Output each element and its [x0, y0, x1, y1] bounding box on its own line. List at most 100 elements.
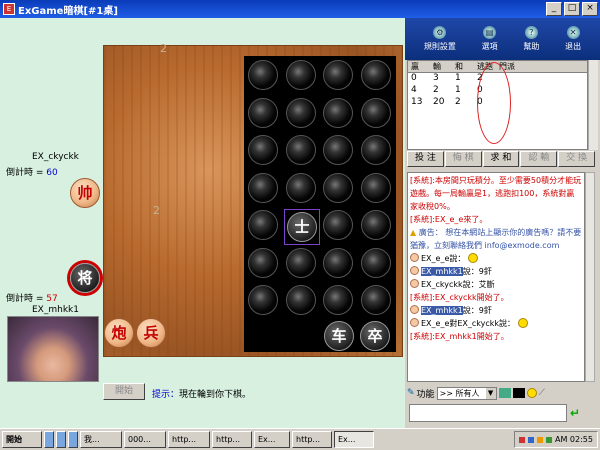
chat-ad: ▲ 廣告： 想在本網站上顯示你的廣告嗎？請不要猶豫，立刻聯絡我們 info@ex… — [410, 228, 582, 250]
hidden-piece[interactable] — [360, 97, 391, 128]
hidden-piece[interactable] — [248, 97, 278, 128]
clock: AM 02:55 — [555, 435, 593, 444]
tray-icon[interactable] — [537, 436, 544, 443]
chat-line: EX_e_e對EX_ckyckk說： — [410, 317, 582, 330]
hidden-piece[interactable] — [285, 135, 316, 165]
chat-line: EX_mhkk1說：9釬 — [410, 304, 582, 317]
user-face-icon — [410, 318, 419, 327]
hidden-piece[interactable] — [285, 247, 316, 278]
hidden-piece[interactable] — [323, 285, 353, 315]
exit-button[interactable]: ✕ 退出 — [565, 26, 581, 52]
bottom-player-name: EX_mhkk1 — [32, 305, 79, 315]
hidden-piece[interactable] — [360, 210, 391, 240]
rules-settings-button[interactable]: ⚙ 規則設置 — [424, 26, 456, 52]
user-face-icon — [410, 266, 419, 275]
header-draws[interactable]: 和 — [452, 61, 474, 72]
action-buttons: 投 注 悔 棋 求 和 認 輸 交 換 — [407, 151, 595, 167]
tray-icon[interactable] — [528, 436, 535, 443]
help-button[interactable]: ? 幫助 — [523, 26, 539, 52]
system-tray: AM 02:55 — [514, 431, 598, 448]
hidden-piece[interactable] — [248, 285, 278, 315]
taskbar-item[interactable]: http... — [292, 431, 332, 448]
hidden-piece[interactable] — [248, 247, 278, 278]
selected-piece[interactable]: 士 — [287, 212, 317, 242]
board-mid-number: 2 — [153, 204, 160, 217]
bottom-player-piece: 将 — [70, 263, 100, 293]
hidden-piece[interactable] — [323, 60, 353, 90]
user-face-icon — [410, 253, 419, 262]
quicklaunch-app-icon[interactable] — [56, 431, 66, 448]
hidden-piece[interactable] — [285, 97, 316, 128]
black-piece-soldier[interactable]: 卒 — [360, 321, 390, 351]
emoticon-icon[interactable] — [526, 388, 537, 398]
hidden-piece[interactable] — [285, 285, 316, 315]
bet-button[interactable]: 投 注 — [407, 151, 444, 167]
hidden-piece[interactable] — [248, 135, 278, 165]
tray-icon[interactable] — [546, 436, 553, 443]
help-icon: ? — [524, 26, 538, 39]
hidden-piece[interactable] — [323, 172, 353, 203]
smiley-icon — [517, 318, 528, 328]
func-icon[interactable]: ✎ — [407, 388, 415, 398]
user-face-icon — [410, 305, 419, 314]
link-icon[interactable]: ⟋ — [539, 388, 545, 398]
stats-scrollbar[interactable] — [588, 60, 598, 150]
taskbar-item[interactable]: 我... — [80, 431, 122, 448]
hidden-piece[interactable] — [285, 172, 316, 203]
highlight-ellipse — [477, 62, 511, 144]
board-top-number: 2 — [160, 42, 167, 55]
hidden-piece[interactable] — [285, 60, 316, 90]
start-menu-button[interactable]: 開始 — [2, 431, 42, 448]
hidden-piece[interactable] — [360, 135, 391, 165]
hidden-piece[interactable] — [323, 135, 353, 165]
chat-scrollbar[interactable] — [585, 172, 595, 382]
hidden-piece[interactable] — [323, 97, 353, 128]
color-icon[interactable] — [498, 388, 511, 398]
chat-controls: ✎ 功能 >> 所有人 ▼ ⟋ — [407, 385, 597, 401]
swap-button[interactable]: 交 換 — [558, 151, 595, 167]
exit-icon: ✕ — [566, 26, 580, 39]
tray-icon[interactable] — [519, 436, 526, 443]
hidden-piece[interactable] — [248, 60, 278, 90]
taskbar-item[interactable]: http... — [212, 431, 252, 448]
close-button[interactable]: × — [582, 2, 598, 16]
smiley-icon — [467, 253, 478, 263]
taskbar-item[interactable]: Ex... — [254, 431, 290, 448]
app-icon: E — [3, 3, 15, 15]
draw-button[interactable]: 求 和 — [482, 151, 520, 167]
chat-line: EX_ckyckk說：艾斷 — [410, 278, 582, 291]
undo-button[interactable]: 悔 棋 — [444, 151, 482, 167]
recipient-select[interactable]: >> 所有人 ▼ — [436, 386, 497, 400]
chat-line: EX_e_e說： — [410, 252, 582, 265]
taskbar-item[interactable]: 000... — [124, 431, 166, 448]
hidden-piece[interactable] — [360, 247, 391, 278]
hidden-piece[interactable] — [360, 285, 391, 315]
hidden-piece[interactable] — [248, 172, 278, 203]
chevron-down-icon: ▼ — [485, 387, 496, 399]
quicklaunch-desktop-icon[interactable] — [68, 431, 78, 448]
taskbar-item-active[interactable]: Ex... — [334, 431, 374, 448]
top-player-piece: 帅 — [70, 178, 100, 208]
quicklaunch-ie-icon[interactable] — [44, 431, 54, 448]
hidden-piece[interactable] — [323, 210, 353, 240]
user-face-icon — [410, 279, 419, 288]
font-color-icon[interactable] — [512, 388, 525, 398]
header-wins[interactable]: 贏 — [408, 61, 430, 72]
minimize-button[interactable]: _ — [546, 2, 562, 16]
chat-input[interactable] — [409, 404, 567, 422]
black-piece-chariot[interactable]: 车 — [324, 321, 354, 351]
window-title: ExGame暗棋[#1桌] — [18, 5, 118, 17]
options-button[interactable]: ▤ 選項 — [482, 26, 498, 52]
header-losses[interactable]: 輸 — [430, 61, 452, 72]
taskbar-item[interactable]: http... — [168, 431, 210, 448]
send-icon[interactable]: ↵ — [570, 406, 586, 420]
hidden-piece[interactable] — [248, 210, 278, 240]
title-bar: E ExGame暗棋[#1桌] _ □ × — [0, 0, 600, 18]
resign-button[interactable]: 認 輸 — [520, 151, 558, 167]
hidden-piece[interactable] — [323, 247, 353, 278]
hidden-piece[interactable] — [360, 172, 391, 203]
func-label[interactable]: 功能 — [417, 387, 435, 400]
hidden-piece[interactable] — [360, 60, 391, 90]
start-button[interactable]: 開始 — [103, 383, 145, 400]
maximize-button[interactable]: □ — [564, 2, 580, 16]
